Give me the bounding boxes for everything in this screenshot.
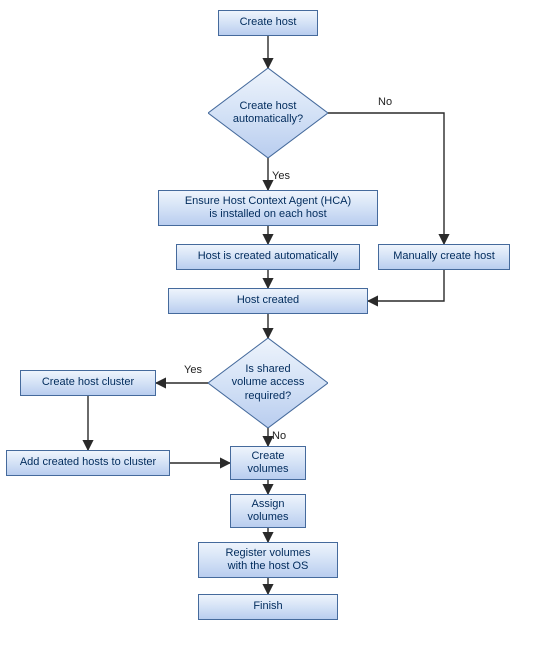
node-label: Add created hosts to cluster [20, 456, 156, 469]
node-label: Create host automatically? [219, 100, 317, 126]
node-label: Create volumes [248, 450, 289, 476]
node-manually-create-host: Manually create host [378, 244, 510, 270]
node-finish: Finish [198, 594, 338, 620]
node-label: Create host [240, 16, 297, 29]
node-add-hosts-to-cluster: Add created hosts to cluster [6, 450, 170, 476]
node-label: Host created [237, 294, 299, 307]
node-create-host-cluster: Create host cluster [20, 370, 156, 396]
node-label: Is shared volume access required? [218, 363, 319, 403]
label-d2-yes: Yes [184, 364, 202, 376]
node-label: Finish [253, 600, 282, 613]
label-d1-no: No [378, 96, 392, 108]
label-d1-yes: Yes [272, 170, 290, 182]
node-host-created: Host created [168, 288, 368, 314]
node-label: Host is created automatically [198, 250, 339, 263]
node-label: Register volumes with the host OS [226, 547, 311, 573]
node-label: Ensure Host Context Agent (HCA) is insta… [185, 195, 351, 221]
node-label: Create host cluster [42, 376, 134, 389]
decision-shared-volume-access: Is shared volume access required? [208, 338, 328, 428]
node-ensure-hca: Ensure Host Context Agent (HCA) is insta… [158, 190, 378, 226]
node-create-volumes: Create volumes [230, 446, 306, 480]
node-assign-volumes: Assign volumes [230, 494, 306, 528]
node-label: Assign volumes [248, 498, 289, 524]
node-host-created-automatically: Host is created automatically [176, 244, 360, 270]
node-create-host: Create host [218, 10, 318, 36]
node-register-volumes: Register volumes with the host OS [198, 542, 338, 578]
label-d2-no: No [272, 430, 286, 442]
decision-create-automatically: Create host automatically? [208, 68, 328, 158]
node-label: Manually create host [393, 250, 495, 263]
